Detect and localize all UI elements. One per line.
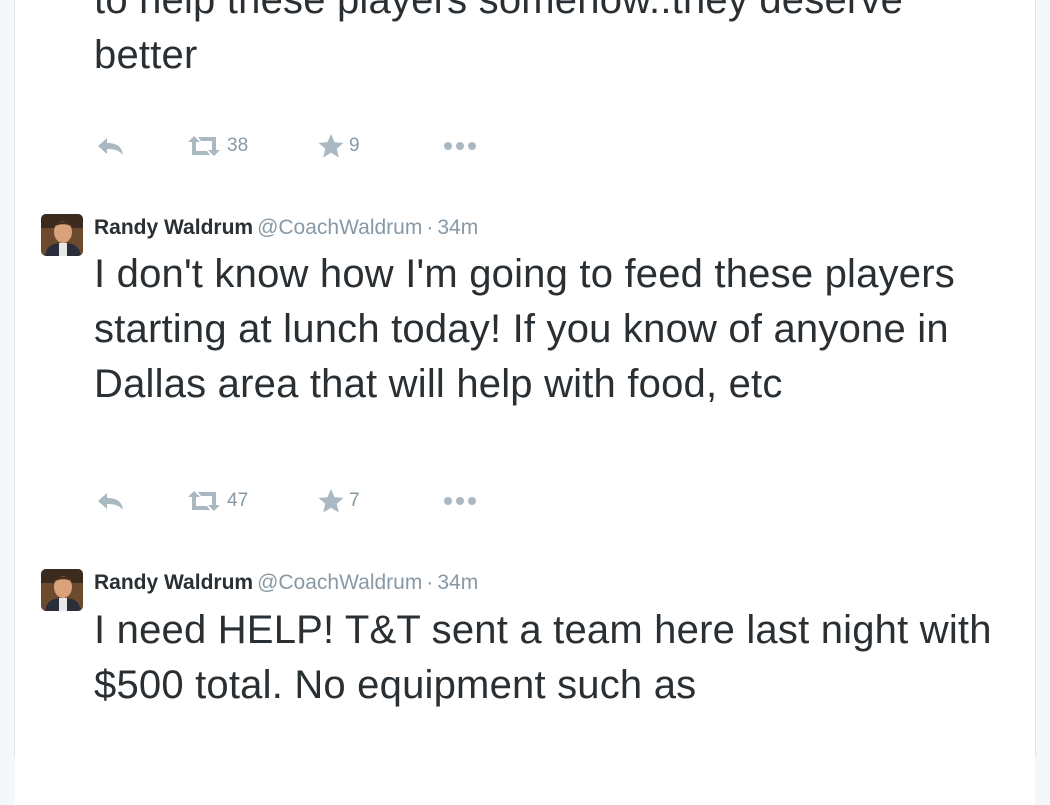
favorite-button[interactable]: 7: [317, 488, 360, 514]
favorite-star-icon: [317, 488, 345, 514]
separator-dot: ·: [426, 216, 434, 239]
avatar[interactable]: [41, 569, 83, 611]
tweet-text: I don't know how I'm going to feed these…: [94, 252, 955, 406]
author-handle[interactable]: @CoachWaldrum: [257, 571, 422, 594]
favorite-count: 7: [349, 490, 360, 511]
favorite-count: 9: [349, 135, 360, 156]
tweet[interactable]: Randy Waldrum @CoachWaldrum · 34m I need HE…: [15, 545, 1035, 805]
separator-dot: ·: [426, 571, 434, 594]
retweet-button[interactable]: 38: [185, 134, 248, 158]
reply-button[interactable]: [95, 490, 125, 512]
tweet-timestamp[interactable]: 34m: [437, 216, 478, 239]
tweet-header: Randy Waldrum @CoachWaldrum · 34m: [94, 216, 478, 240]
tweet-text: to help these players somehow..they dese…: [94, 0, 904, 77]
retweet-button[interactable]: 47: [185, 489, 248, 513]
retweet-icon: [185, 489, 223, 513]
more-options-button[interactable]: [442, 139, 478, 153]
reply-button[interactable]: [95, 135, 125, 157]
avatar[interactable]: [41, 214, 83, 256]
reply-icon: [95, 490, 125, 512]
author-handle[interactable]: @CoachWaldrum: [257, 216, 422, 239]
more-options-button[interactable]: [442, 494, 478, 508]
retweet-count: 38: [227, 135, 249, 156]
favorite-button[interactable]: 9: [317, 133, 360, 159]
tweet-header: Randy Waldrum @CoachWaldrum · 34m: [94, 571, 478, 595]
author-name[interactable]: Randy Waldrum: [94, 571, 253, 594]
retweet-count: 47: [227, 490, 249, 511]
tweet-timestamp[interactable]: 34m: [437, 571, 478, 594]
tweet-timeline: to help these players somehow..they dese…: [14, 0, 1036, 805]
author-name[interactable]: Randy Waldrum: [94, 216, 253, 239]
tweet[interactable]: to help these players somehow..they dese…: [15, 0, 1035, 191]
tweet[interactable]: Randy Waldrum @CoachWaldrum · 34m I don't k…: [15, 190, 1035, 546]
tweet-text: I need HELP! T&T sent a team here last n…: [94, 608, 992, 707]
more-options-icon: [442, 494, 478, 508]
retweet-icon: [185, 134, 223, 158]
reply-icon: [95, 135, 125, 157]
more-options-icon: [442, 139, 478, 153]
favorite-star-icon: [317, 133, 345, 159]
